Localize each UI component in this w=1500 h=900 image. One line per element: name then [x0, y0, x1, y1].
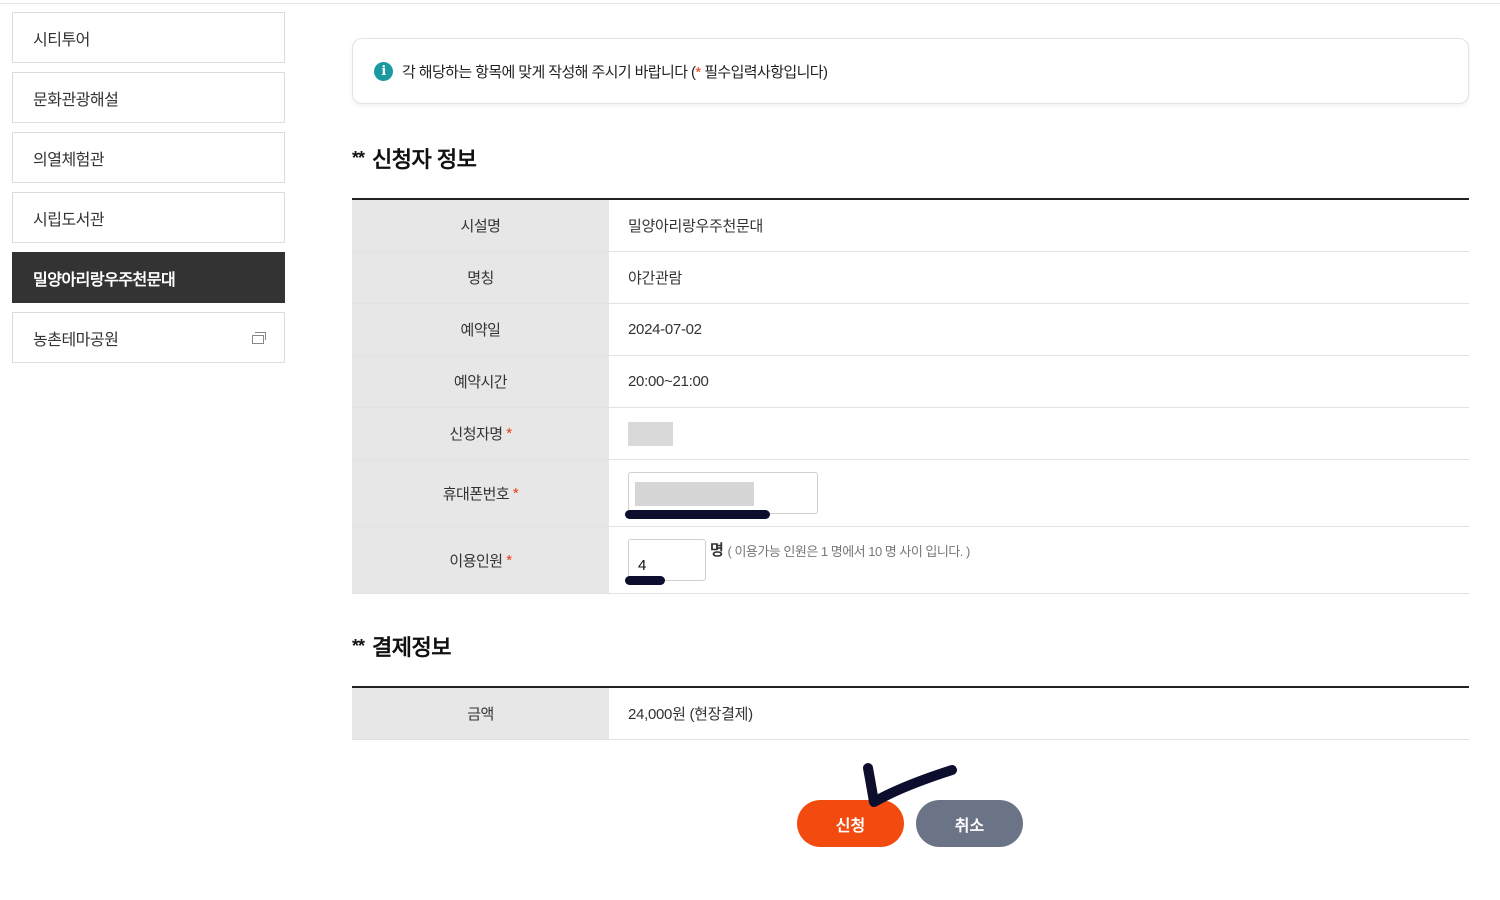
- program-label: 명칭: [352, 252, 609, 303]
- name-label: 신청자명 *: [352, 408, 609, 459]
- count-label: 이용인원 *: [352, 527, 609, 593]
- table-row: 휴대폰번호 *: [352, 460, 1469, 527]
- count-help-text: ( 이용가능 인원은 1 명에서 10 명 사이 입니다. ): [727, 544, 971, 559]
- sidebar-item-label: 시티투어: [33, 31, 90, 49]
- table-row: 시설명 밀양아리랑우주천문대: [352, 200, 1469, 252]
- amount-label: 금액: [352, 688, 609, 739]
- top-border: [0, 0, 1500, 4]
- time-label: 예약시간: [352, 356, 609, 407]
- payment-table: 금액 24,000원 (현장결제): [352, 686, 1469, 740]
- required-mark: *: [506, 425, 512, 442]
- time-value: 20:00~21:00: [628, 373, 709, 390]
- table-row: 금액 24,000원 (현장결제): [352, 688, 1469, 740]
- program-value: 야간관람: [628, 270, 683, 287]
- main-content: i 각 해당하는 항목에 맞게 작성해 주시기 바랍니다 (* 필수입력사항입니…: [352, 38, 1469, 740]
- sidebar-item-label: 밀양아리랑우주천문대: [33, 271, 176, 289]
- sidebar-item-label: 의열체험관: [33, 151, 105, 169]
- sidebar-item-label: 문화관광해설: [33, 91, 119, 109]
- payment-section-title: ** 결제정보: [352, 635, 451, 660]
- sidebar-item-label: 농촌테마공원: [33, 331, 119, 349]
- notice-box: i 각 해당하는 항목에 맞게 작성해 주시기 바랍니다 (* 필수입력사항입니…: [352, 38, 1469, 104]
- people-count-input[interactable]: [628, 539, 706, 581]
- facility-label: 시설명: [352, 200, 609, 251]
- phone-label: 휴대폰번호 *: [352, 460, 609, 526]
- required-mark: *: [506, 551, 512, 569]
- checkmark-annotation-icon: [863, 763, 957, 807]
- underline-annotation: [625, 510, 770, 519]
- table-row: 예약시간 20:00~21:00: [352, 356, 1469, 408]
- table-row: 신청자명 *: [352, 408, 1469, 460]
- info-icon: i: [374, 61, 393, 81]
- table-row: 예약일 2024-07-02: [352, 304, 1469, 356]
- applicant-section-title: ** 신청자 정보: [352, 147, 477, 172]
- date-value: 2024-07-02: [628, 321, 702, 338]
- sidebar-item-uiyeol-hall[interactable]: 의열체험관: [12, 132, 285, 183]
- facility-value: 밀양아리랑우주천문대: [628, 218, 764, 235]
- table-row: 이용인원 * 명 ( 이용가능 인원은 1 명에서 10 명 사이 입니다. ): [352, 527, 1469, 594]
- required-mark: *: [512, 484, 519, 502]
- new-window-icon: [252, 332, 266, 344]
- underline-annotation: [625, 576, 665, 585]
- amount-value: 24,000원 (현장결제): [628, 706, 753, 723]
- phone-redacted: [635, 482, 754, 506]
- sidebar-item-observatory[interactable]: 밀양아리랑우주천문대: [12, 252, 285, 303]
- sidebar-item-culture-guide[interactable]: 문화관광해설: [12, 72, 285, 123]
- sidebar-item-city-library[interactable]: 시립도서관: [12, 192, 285, 243]
- sidebar-item-label: 시립도서관: [33, 211, 105, 229]
- sidebar-menu: 시티투어 문화관광해설 의열체험관 시립도서관 밀양아리랑우주천문대 농촌테마공…: [12, 12, 285, 372]
- sidebar-item-rural-theme-park[interactable]: 농촌테마공원: [12, 312, 285, 363]
- count-unit: 명: [710, 542, 724, 559]
- date-label: 예약일: [352, 304, 609, 355]
- notice-text: 각 해당하는 항목에 맞게 작성해 주시기 바랍니다 (* 필수입력사항입니다): [402, 63, 828, 81]
- phone-input[interactable]: [628, 472, 818, 514]
- table-row: 명칭 야간관람: [352, 252, 1469, 304]
- applicant-name-redacted: [628, 421, 673, 446]
- sidebar-item-city-tour[interactable]: 시티투어: [12, 12, 285, 63]
- applicant-table: 시설명 밀양아리랑우주천문대 명칭 야간관람 예약일 2024-07-02 예약…: [352, 198, 1469, 594]
